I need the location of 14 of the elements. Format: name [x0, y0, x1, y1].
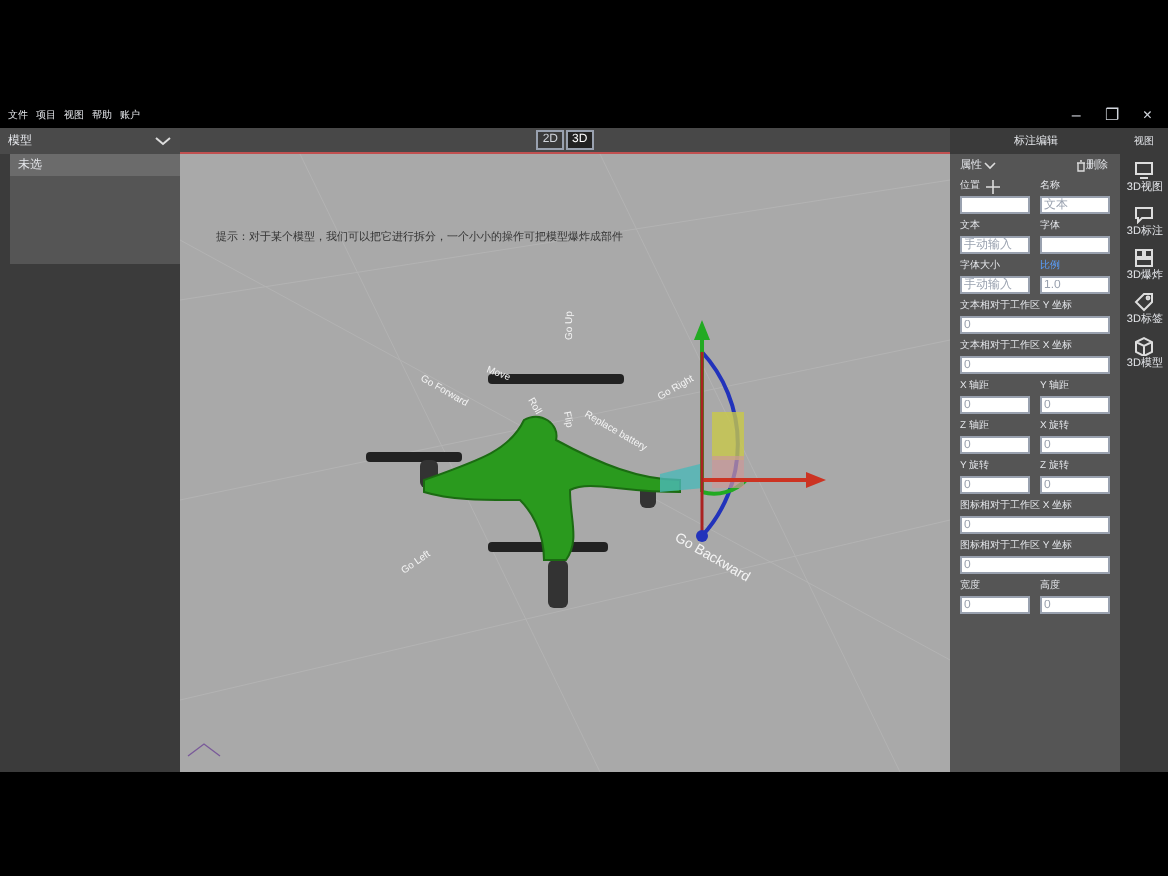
box-icon	[1134, 336, 1154, 356]
window-control-button[interactable]: –	[1063, 108, 1089, 124]
speech-bubble-icon	[1134, 204, 1154, 224]
window-control-button[interactable]: ×	[1134, 108, 1160, 124]
grid-icon	[1134, 248, 1154, 268]
input-field[interactable]	[960, 196, 1030, 214]
chevron-down-icon	[984, 161, 996, 169]
screen-icon	[1134, 160, 1154, 180]
trash-icon	[1076, 159, 1086, 171]
window-control-button[interactable]: ❐	[1096, 108, 1127, 124]
tag-icon	[1134, 292, 1154, 312]
axis-indicator-drawing	[187, 743, 221, 757]
chevron-down-icon	[154, 136, 172, 146]
input-field[interactable]	[1040, 236, 1110, 254]
